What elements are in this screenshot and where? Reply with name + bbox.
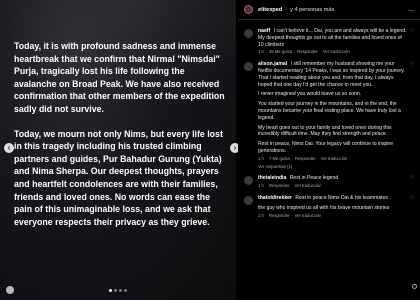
comment-meta: 1 h 7 Me gusta Responder Ver traducción xyxy=(258,156,407,163)
comment-item: thatoldtrekker Rest in peace Nims Dai & … xyxy=(244,195,414,219)
carousel-dot xyxy=(114,289,117,292)
avatar[interactable] xyxy=(244,29,253,38)
heart-icon[interactable]: ♡ xyxy=(410,175,414,190)
comment-username[interactable]: thetaleindia xyxy=(258,175,286,181)
comment-meta: 1 h Responder Ver traducción xyxy=(258,183,407,190)
translate-button[interactable]: Ver traducción xyxy=(295,213,322,218)
comment-text-extra: Rest in peace, Nims Dai. Your legacy wil… xyxy=(258,141,394,154)
reply-button[interactable]: Responder xyxy=(295,156,316,161)
comment-item: alison.jamal I still remember my husband… xyxy=(244,61,414,170)
comment-text: I can't believe it... Dai, you are and a… xyxy=(258,28,407,48)
reply-button[interactable]: Responder xyxy=(269,213,290,218)
avatar[interactable] xyxy=(244,62,253,72)
view-replies-button[interactable]: Ver respuestas (1) xyxy=(258,164,407,171)
comment-list: naeff I can't believe it... Dai, you are… xyxy=(238,20,420,222)
comment-username[interactable]: thatoldtrekker xyxy=(258,195,292,201)
post-header: elitexped · y 4 personas más ... xyxy=(238,0,420,20)
carousel-dot xyxy=(109,289,112,292)
avatar[interactable] xyxy=(244,195,253,205)
carousel-dot xyxy=(119,289,122,292)
translate-button[interactable]: Ver traducción xyxy=(321,156,348,161)
comment-item: naeff I can't believe it... Dai, you are… xyxy=(244,28,414,56)
comment-likes[interactable]: 35 Me gusta xyxy=(269,49,292,54)
header-separator: · xyxy=(285,6,288,13)
comment-time: 1 h xyxy=(258,49,264,55)
avatar[interactable] xyxy=(244,176,253,186)
post-image: Today, it is with profound sadness and i… xyxy=(0,0,236,300)
heart-icon[interactable]: ♡ xyxy=(410,195,414,219)
comment-time: 1 h xyxy=(258,183,264,189)
comment-time: 1 h xyxy=(258,212,264,218)
previous-slide-icon[interactable]: ‹ xyxy=(4,143,14,153)
comment-meta: 1 h 35 Me gusta Responder Ver traducción xyxy=(258,49,407,56)
comments-panel: elitexped · y 4 personas más ... naeff I… xyxy=(238,0,420,300)
comment-username[interactable]: alison.jamal xyxy=(258,61,287,67)
comment-username[interactable]: naeff xyxy=(258,28,270,34)
comment-item: thetaleindia Rest in Peace legend 1 h Re… xyxy=(244,175,414,190)
translate-button[interactable]: Ver traducción xyxy=(323,49,350,54)
avatar[interactable] xyxy=(244,5,253,14)
comment-text: Rest in Peace legend xyxy=(289,175,339,182)
comment-options-icon[interactable] xyxy=(412,284,417,289)
more-options-icon[interactable]: ... xyxy=(408,6,414,13)
comment-time: 1 h xyxy=(258,155,264,161)
image-paragraph-1: Today, it is with profound sadness and i… xyxy=(14,41,225,114)
heart-icon[interactable]: ♡ xyxy=(410,61,414,170)
heart-icon[interactable]: ♡ xyxy=(410,28,414,56)
carousel-dots xyxy=(0,289,236,292)
comment-text-extra: the guy who inspired us all with his bra… xyxy=(258,204,390,211)
post-username[interactable]: elitexped xyxy=(258,7,282,13)
comment-meta: 1 h Responder Ver traducción xyxy=(258,213,407,220)
reply-button[interactable]: Responder xyxy=(269,183,290,188)
carousel-dot xyxy=(124,289,127,292)
comment-text-extra: You started your journey in the mountain… xyxy=(258,101,401,121)
comment-text: Rest in peace Nims Dai & his teammates xyxy=(295,194,388,201)
post-image-text: Today, it is with profound sadness and i… xyxy=(14,40,226,240)
image-paragraph-2: Today, we mourn not only Nims, but every… xyxy=(14,128,223,227)
translate-button[interactable]: Ver traducción xyxy=(295,183,322,188)
reply-button[interactable]: Responder xyxy=(297,49,318,54)
comment-text-extra: I never imagined you would leave us so s… xyxy=(258,91,362,98)
comment-text-extra: My heart goes out to your family and lov… xyxy=(258,124,392,138)
collaborators-link[interactable]: y 4 personas más xyxy=(290,7,334,13)
comment-likes[interactable]: 7 Me gusta xyxy=(269,156,290,161)
tagged-people-icon[interactable] xyxy=(6,286,14,294)
